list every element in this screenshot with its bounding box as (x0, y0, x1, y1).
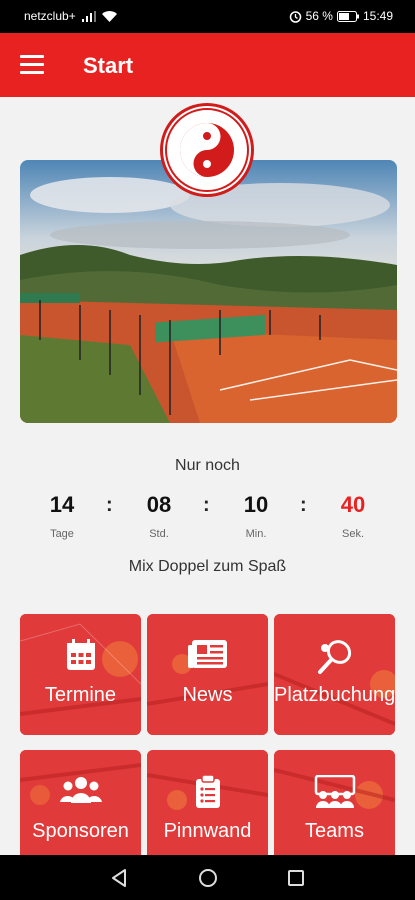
home-icon[interactable] (198, 868, 218, 888)
alarm-icon (289, 10, 301, 23)
club-logo (160, 103, 254, 197)
main-content: Nur noch 14 Tage : 08 Std. : 10 Min. : 4… (0, 97, 415, 855)
minutes-value: 10 (243, 492, 269, 517)
tile-teams[interactable]: Teams (274, 750, 395, 855)
signal-icon (81, 10, 96, 22)
days-unit: Tage (50, 528, 74, 540)
colon-2: : (203, 494, 210, 516)
clipboard-icon (195, 775, 220, 808)
battery-percent: 56 % (305, 9, 333, 23)
countdown-hours: 08 Std. (119, 492, 199, 540)
countdown-minutes: 10 Min. (216, 492, 296, 540)
countdown-label: Nur noch (175, 457, 240, 474)
battery-icon (336, 10, 359, 22)
colon-3: : (300, 494, 307, 516)
carrier-label: netzclub+ (24, 9, 76, 23)
system-nav-bar (0, 855, 415, 900)
tile-label: Sponsoren (32, 820, 129, 842)
clock: 15:49 (362, 9, 393, 23)
wifi-icon (101, 10, 117, 22)
tile-label: Platzbuchung (274, 684, 395, 706)
seconds-value: 40 (340, 492, 366, 517)
menu-icon[interactable] (20, 55, 44, 75)
tile-label: Teams (305, 820, 364, 842)
page-title: Start (83, 53, 134, 78)
group-icon (59, 777, 102, 803)
tile-sponsoren[interactable]: Sponsoren (20, 750, 141, 855)
minutes-unit: Min. (245, 528, 267, 540)
hours-unit: Std. (149, 528, 169, 540)
tennis-court-photo (20, 160, 397, 423)
days-value: 14 (49, 492, 75, 517)
tile-platzbuchung[interactable]: Platzbuchung (274, 614, 395, 735)
tile-pinnwand[interactable]: Pinnwand (147, 750, 268, 855)
team-board-icon (314, 775, 355, 808)
countdown-days: 14 Tage (22, 492, 102, 540)
hours-value: 08 (146, 492, 172, 517)
back-icon[interactable] (110, 868, 128, 888)
newspaper-icon (187, 640, 227, 668)
status-bar: netzclub+ 56 % 15:49 (0, 0, 415, 33)
seconds-unit: Sek. (341, 528, 364, 540)
event-name: Mix Doppel zum Spaß (128, 558, 287, 575)
recents-icon[interactable] (287, 869, 305, 887)
tile-label: Pinnwand (163, 820, 252, 842)
app-bar: Start (0, 33, 415, 97)
tile-termine[interactable]: Termine (20, 614, 141, 735)
tennis-racket-icon (317, 640, 351, 674)
tile-news[interactable]: News (147, 614, 268, 735)
tile-label: News (182, 684, 233, 706)
calendar-icon (66, 639, 95, 670)
countdown-seconds: 40 Sek. (313, 492, 393, 540)
tile-label: Termine (44, 684, 117, 706)
colon-1: : (106, 494, 113, 516)
